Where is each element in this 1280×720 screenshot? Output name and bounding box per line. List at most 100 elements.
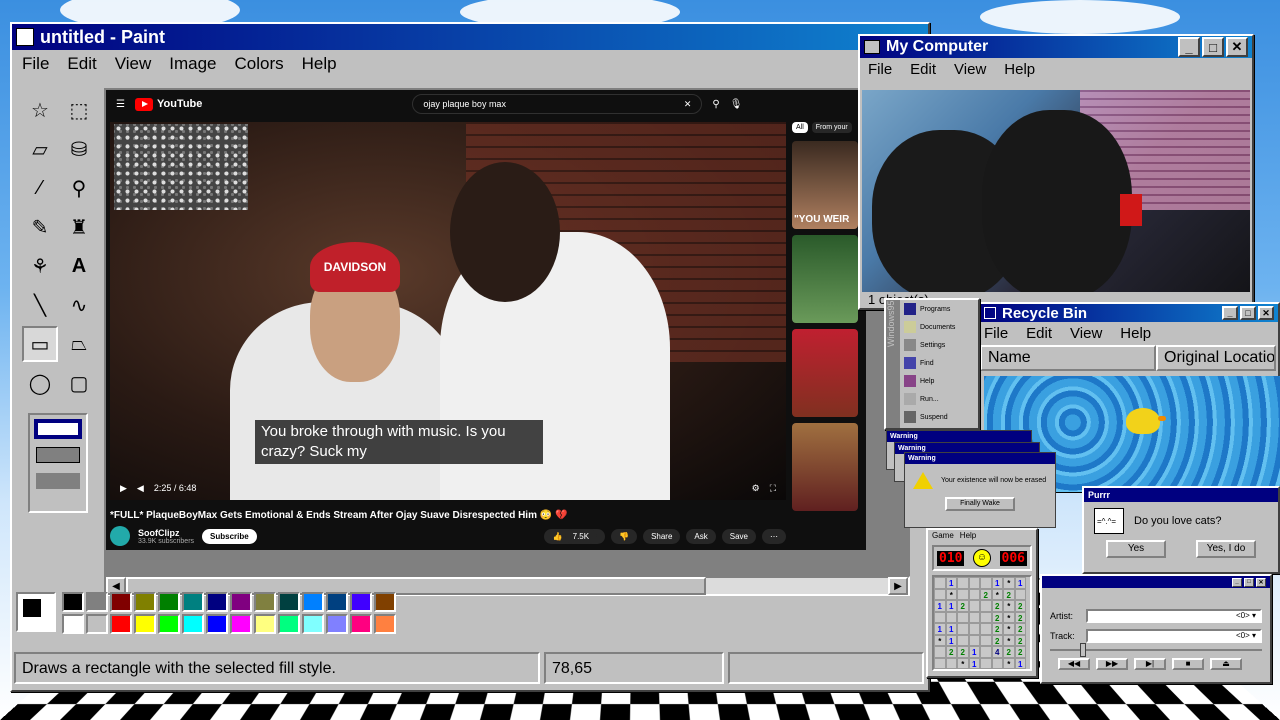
mine-cell[interactable] <box>957 611 969 623</box>
mp-maximize-button[interactable]: □ <box>1244 577 1254 587</box>
color-swatch[interactable] <box>230 614 252 634</box>
mine-cell[interactable]: * <box>1003 657 1015 669</box>
smiley-face-button[interactable]: ☺ <box>973 549 991 567</box>
menu-help[interactable]: Help <box>302 54 337 74</box>
color-swatch[interactable] <box>254 614 276 634</box>
color-swatch[interactable] <box>182 614 204 634</box>
menu-view[interactable]: View <box>115 54 152 74</box>
mine-cell[interactable]: * <box>934 634 946 646</box>
fill-bucket-icon[interactable]: ⛁ <box>61 131 97 167</box>
mine-cell[interactable]: 2 <box>991 611 1003 623</box>
eraser-icon[interactable]: ▱ <box>22 131 58 167</box>
start-item-documents[interactable]: Documents <box>904 318 978 336</box>
mine-cell[interactable]: * <box>1003 577 1015 589</box>
color-swatch[interactable] <box>326 614 348 634</box>
rb-minimize-button[interactable]: _ <box>1222 306 1238 320</box>
mine-cell[interactable]: 2 <box>991 600 1003 612</box>
mine-cell[interactable]: 2 <box>1003 646 1015 658</box>
mine-cell[interactable] <box>957 588 969 600</box>
mine-cell[interactable] <box>957 634 969 646</box>
rb-maximize-button[interactable]: □ <box>1240 306 1256 320</box>
minefield-grid[interactable]: 1 1 * 1 * 2 * 2 1 1 2 2 * 2 2 * 2 1 1 2 * 2 * 1 2 * 2 2 2 1 4 2 2 * 1 * 1 <box>932 575 1032 671</box>
rounded-rect-icon[interactable]: ▢ <box>61 365 97 401</box>
mine-cell[interactable] <box>980 600 992 612</box>
mine-cell[interactable]: 2 <box>991 623 1003 635</box>
warning-ok-button[interactable]: Finally Wake <box>945 497 1015 511</box>
mine-cell[interactable]: 4 <box>991 646 1003 658</box>
ms-menu-help[interactable]: Help <box>960 531 976 540</box>
mine-cell[interactable] <box>968 588 980 600</box>
artist-field[interactable]: <0> ▾ <box>1086 609 1262 623</box>
mine-cell[interactable] <box>957 623 969 635</box>
mine-cell[interactable]: 1 <box>945 600 957 612</box>
skip-button[interactable]: ▶| <box>1134 658 1166 670</box>
rect-select-icon[interactable]: ⬚ <box>61 92 97 128</box>
warning-titlebar[interactable]: Warning <box>905 453 1055 464</box>
color-swatch[interactable] <box>278 592 300 612</box>
recycle-bin-titlebar[interactable]: Recycle Bin _ □ ✕ <box>980 304 1278 322</box>
mine-cell[interactable]: 1 <box>1014 577 1026 589</box>
menu-colors[interactable]: Colors <box>235 54 284 74</box>
color-swatch[interactable] <box>326 592 348 612</box>
col-original-location[interactable]: Original Locatio <box>1156 345 1276 371</box>
color-swatch[interactable] <box>158 614 180 634</box>
color-swatch[interactable] <box>278 614 300 634</box>
yes-i-do-button[interactable]: Yes, I do <box>1196 540 1256 558</box>
paint-canvas[interactable]: ☰ YouTube ojay plaque boy max ✕ ⚲ 🎙 DAVI… <box>104 88 910 576</box>
mine-cell[interactable]: * <box>945 588 957 600</box>
color-swatch[interactable] <box>62 592 84 612</box>
mine-cell[interactable] <box>968 623 980 635</box>
fill-style-filled[interactable] <box>36 473 80 489</box>
rb-close-button[interactable]: ✕ <box>1258 306 1274 320</box>
mine-cell[interactable]: 2 <box>1014 600 1026 612</box>
color-swatch[interactable] <box>110 614 132 634</box>
track-field[interactable]: <0> ▾ <box>1086 629 1262 643</box>
start-item-settings[interactable]: Settings <box>904 336 978 354</box>
mine-cell[interactable]: 2 <box>980 588 992 600</box>
color-swatch[interactable] <box>158 592 180 612</box>
mine-cell[interactable]: 1 <box>945 577 957 589</box>
mine-cell[interactable] <box>957 577 969 589</box>
start-item-programs[interactable]: Programs <box>904 300 978 318</box>
mine-cell[interactable] <box>934 611 946 623</box>
eject-button[interactable]: ⏏ <box>1210 658 1242 670</box>
mine-cell[interactable] <box>980 657 992 669</box>
color-swatch[interactable] <box>302 614 324 634</box>
rb-menu-edit[interactable]: Edit <box>1026 325 1052 342</box>
color-swatch[interactable] <box>86 614 108 634</box>
mine-cell[interactable]: * <box>1003 600 1015 612</box>
mine-cell[interactable] <box>934 577 946 589</box>
fast-forward-button[interactable]: ▶▶ <box>1096 658 1128 670</box>
mine-cell[interactable] <box>991 657 1003 669</box>
mine-cell[interactable] <box>945 657 957 669</box>
mine-cell[interactable]: 2 <box>957 600 969 612</box>
mine-cell[interactable]: * <box>1003 611 1015 623</box>
mine-cell[interactable]: 2 <box>991 634 1003 646</box>
polygon-icon[interactable]: ⏢ <box>61 326 97 362</box>
color-swatch[interactable] <box>62 614 84 634</box>
color-swatch[interactable] <box>230 592 252 612</box>
mine-cell[interactable] <box>980 646 992 658</box>
color-swatch[interactable] <box>374 592 396 612</box>
mine-cell[interactable] <box>968 634 980 646</box>
mc-menu-view[interactable]: View <box>954 61 986 78</box>
rb-menu-file[interactable]: File <box>984 325 1008 342</box>
mine-cell[interactable] <box>968 577 980 589</box>
mp-minimize-button[interactable]: _ <box>1232 577 1242 587</box>
mine-cell[interactable]: 1 <box>945 634 957 646</box>
mine-cell[interactable] <box>980 611 992 623</box>
mc-menu-edit[interactable]: Edit <box>910 61 936 78</box>
mine-cell[interactable]: 2 <box>1014 623 1026 635</box>
color-swatch[interactable] <box>374 614 396 634</box>
fill-style-outline[interactable] <box>34 419 82 439</box>
color-swatch[interactable] <box>134 614 156 634</box>
color-swatch[interactable] <box>86 592 108 612</box>
ms-menu-game[interactable]: Game <box>932 531 954 540</box>
mine-cell[interactable]: * <box>1003 623 1015 635</box>
mine-cell[interactable]: 2 <box>945 646 957 658</box>
mc-menu-file[interactable]: File <box>868 61 892 78</box>
mine-cell[interactable]: 1 <box>968 646 980 658</box>
color-swatch[interactable] <box>110 592 132 612</box>
fill-style-filled-outline[interactable] <box>36 447 80 463</box>
mine-cell[interactable]: 1 <box>968 657 980 669</box>
